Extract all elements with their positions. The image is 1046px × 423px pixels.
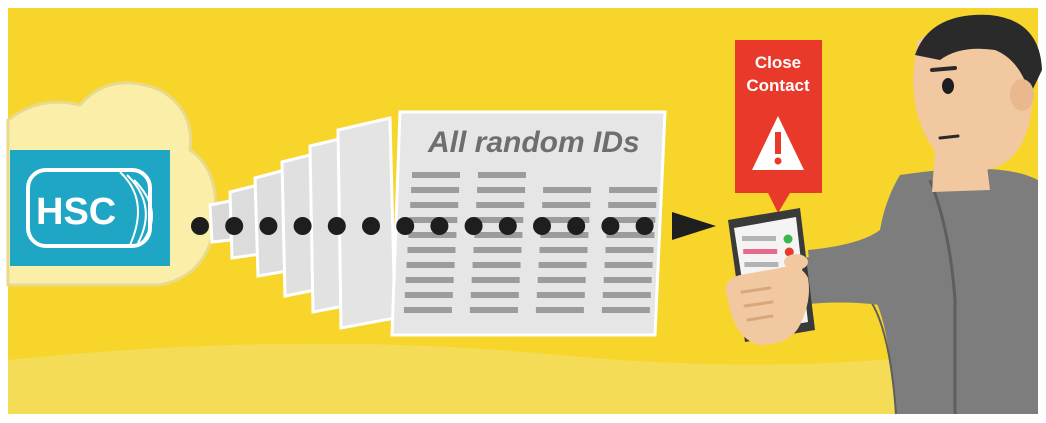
id-line xyxy=(535,307,584,313)
transfer-dot xyxy=(362,217,380,235)
contact-row xyxy=(743,249,778,254)
id-line xyxy=(470,292,519,298)
transfer-dot xyxy=(567,217,586,235)
ok-status-dot xyxy=(783,234,793,244)
transfer-dot xyxy=(635,217,654,235)
id-line xyxy=(478,172,526,178)
transfer-dot xyxy=(293,217,312,235)
id-line xyxy=(603,277,652,283)
alert-line-2: Contact xyxy=(746,76,810,95)
transfer-dot xyxy=(430,217,449,235)
transfer-dot xyxy=(327,217,346,235)
close-contact-alert: Close Contact xyxy=(735,40,822,213)
id-line xyxy=(539,247,588,253)
id-line xyxy=(469,307,518,313)
id-line xyxy=(475,217,524,223)
id-line xyxy=(605,247,654,253)
thumb xyxy=(784,254,808,270)
id-line xyxy=(408,232,457,238)
id-line xyxy=(537,277,586,283)
transfer-dot xyxy=(259,217,278,235)
id-line xyxy=(406,262,455,268)
contact-row xyxy=(742,236,776,241)
transfer-dot xyxy=(396,217,415,235)
exclamation-dot xyxy=(774,157,782,165)
id-line xyxy=(474,232,523,238)
id-line xyxy=(473,247,522,253)
transfer-dot xyxy=(601,217,620,235)
id-line xyxy=(536,292,585,298)
illustration: HSC All random IDs Close Contact xyxy=(0,0,1046,423)
exclamation-bar xyxy=(775,132,781,154)
id-line xyxy=(538,262,587,268)
id-line xyxy=(608,202,657,208)
transfer-dot xyxy=(191,217,209,235)
id-line xyxy=(476,202,525,208)
id-line xyxy=(471,277,520,283)
scene-canvas: HSC All random IDs Close Contact xyxy=(0,0,1046,423)
id-line xyxy=(410,202,459,208)
id-line xyxy=(405,277,454,283)
id-line xyxy=(403,307,452,313)
id-line xyxy=(411,187,460,193)
id-line xyxy=(477,187,526,193)
eye xyxy=(942,78,954,94)
document-title: All random IDs xyxy=(427,126,640,159)
alert-line-1: Close xyxy=(755,53,801,72)
transfer-dot xyxy=(498,217,517,235)
id-line xyxy=(601,307,650,313)
transfer-dot xyxy=(464,217,483,235)
id-line xyxy=(602,292,651,298)
id-line xyxy=(412,172,460,178)
id-line xyxy=(404,292,453,298)
id-line xyxy=(609,187,658,193)
id-line xyxy=(407,247,456,253)
transfer-dot xyxy=(533,217,551,235)
logo-text: HSC xyxy=(36,191,116,233)
id-line xyxy=(542,202,591,208)
id-line xyxy=(543,187,592,193)
id-line xyxy=(472,262,521,268)
contact-row xyxy=(744,262,779,267)
id-line xyxy=(604,262,653,268)
transfer-dot xyxy=(225,217,244,235)
hsc-logo: HSC xyxy=(10,150,170,266)
